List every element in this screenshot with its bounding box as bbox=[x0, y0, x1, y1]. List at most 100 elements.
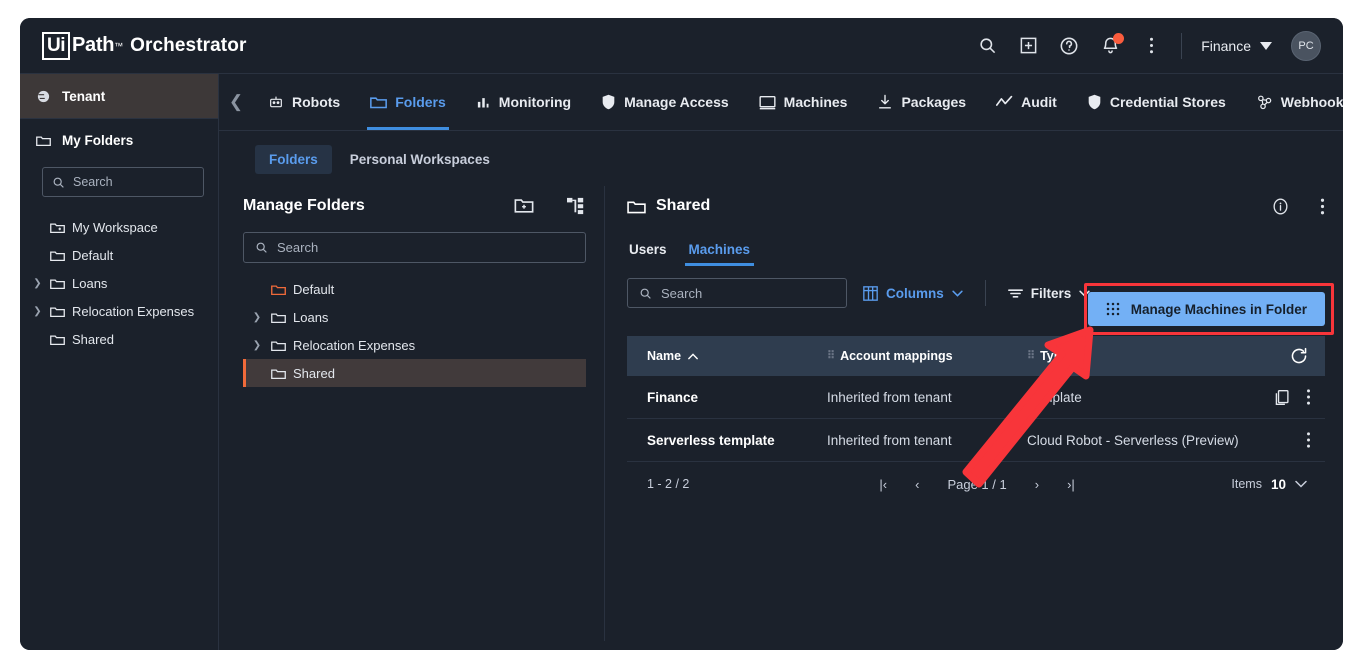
folder-list-item-shared[interactable]: Shared bbox=[243, 359, 586, 387]
manage-machines-button-label: Manage Machines in Folder bbox=[1130, 301, 1307, 317]
detail-search-input[interactable]: Search bbox=[627, 278, 847, 308]
subtab-personal-workspaces[interactable]: Personal Workspaces bbox=[336, 145, 504, 174]
info-icon[interactable] bbox=[1271, 197, 1290, 216]
nav-item-label: Monitoring bbox=[498, 94, 572, 110]
last-page-button[interactable]: ›| bbox=[1067, 477, 1075, 492]
table-row[interactable]: Finance Inherited from tenant Template bbox=[627, 376, 1325, 419]
sidebar-tree-label: My Workspace bbox=[72, 219, 158, 235]
search-icon[interactable] bbox=[976, 35, 998, 57]
help-icon[interactable] bbox=[1058, 35, 1080, 57]
column-header-name[interactable]: Name bbox=[627, 349, 827, 363]
folder-list-item-loans[interactable]: ❯ Loans bbox=[243, 303, 586, 331]
sidebar-item-tenant[interactable]: Tenant bbox=[20, 74, 218, 119]
tab-users[interactable]: Users bbox=[629, 242, 667, 266]
more-vertical-icon[interactable] bbox=[1320, 197, 1325, 216]
more-vertical-icon[interactable] bbox=[1306, 388, 1311, 406]
sidebar-search-input[interactable]: Search bbox=[42, 167, 204, 197]
manage-folders-search-input[interactable]: Search bbox=[243, 232, 586, 263]
folder-list-label: Loans bbox=[293, 309, 329, 325]
column-drag-handle[interactable]: ⠿ bbox=[827, 351, 835, 362]
next-page-button[interactable]: › bbox=[1035, 477, 1039, 492]
column-header-account-mappings[interactable]: ⠿ Account mappings bbox=[827, 349, 1027, 363]
table-row[interactable]: Serverless template Inherited from tenan… bbox=[627, 419, 1325, 462]
toolbar-divider bbox=[1181, 32, 1183, 59]
nav-item-credential-stores[interactable]: Credential Stores bbox=[1072, 74, 1241, 130]
pagination-controls: |‹ ‹ Page 1 / 1 › ›| bbox=[879, 477, 1074, 492]
nav-item-label: Manage Access bbox=[624, 94, 729, 110]
top-bar-actions: Finance PC bbox=[976, 30, 1343, 61]
sidebar-tree-item-shared[interactable]: Shared bbox=[20, 325, 218, 353]
chevron-down-icon bbox=[1260, 41, 1272, 50]
add-folder-icon[interactable] bbox=[514, 197, 534, 214]
nav-scroll-left-icon[interactable]: ❮ bbox=[219, 92, 253, 112]
column-header-type[interactable]: ⠿ Type bbox=[1027, 349, 1273, 363]
nav-item-packages[interactable]: Packages bbox=[862, 74, 981, 130]
copy-icon[interactable] bbox=[1273, 389, 1290, 406]
sidebar-search-placeholder: Search bbox=[73, 175, 113, 189]
sidebar-my-folders-label: My Folders bbox=[62, 132, 134, 148]
search-icon bbox=[53, 177, 64, 188]
download-icon bbox=[879, 94, 892, 109]
chevron-right-icon[interactable]: ❯ bbox=[250, 312, 264, 323]
columns-button[interactable]: Columns bbox=[847, 286, 979, 301]
nav-item-robots[interactable]: Robots bbox=[253, 74, 355, 130]
chevron-right-icon[interactable]: ❯ bbox=[32, 278, 43, 289]
chevron-right-icon[interactable]: ❯ bbox=[32, 306, 43, 317]
nav-item-folders[interactable]: Folders bbox=[355, 74, 461, 130]
grid-dots-icon bbox=[1106, 302, 1119, 316]
manage-machines-in-folder-button[interactable]: Manage Machines in Folder bbox=[1087, 292, 1325, 326]
add-box-icon[interactable] bbox=[1017, 35, 1039, 57]
nav-item-machines[interactable]: Machines bbox=[744, 74, 863, 130]
more-vertical-icon[interactable] bbox=[1306, 431, 1311, 449]
tab-machines[interactable]: Machines bbox=[684, 242, 754, 266]
folder-list-item-default[interactable]: Default bbox=[243, 275, 586, 303]
nav-item-webhooks[interactable]: Webhooks bbox=[1241, 74, 1343, 130]
nav-item-label: Audit bbox=[1021, 94, 1057, 110]
uipath-logo[interactable]: Ui Path ™ Orchestrator bbox=[42, 31, 246, 60]
avatar-initials: PC bbox=[1298, 39, 1314, 52]
org-tree-icon[interactable] bbox=[566, 197, 586, 215]
nav-item-label: Webhooks bbox=[1280, 94, 1343, 110]
subtab-label: Personal Workspaces bbox=[349, 152, 490, 167]
manage-folders-header: Manage Folders bbox=[243, 186, 586, 226]
column-header-label: Account mappings bbox=[840, 349, 953, 363]
folder-detail-title-label: Shared bbox=[656, 197, 711, 214]
sidebar-tree-item-default[interactable]: Default bbox=[20, 241, 218, 269]
row-actions bbox=[1239, 431, 1325, 449]
items-per-page-label: Items bbox=[1231, 477, 1262, 491]
cell-type: Cloud Robot - Serverless (Preview) bbox=[1027, 432, 1239, 448]
first-page-button[interactable]: |‹ bbox=[879, 477, 887, 492]
sidebar-tree-item-relocation-expenses[interactable]: ❯ Relocation Expenses bbox=[20, 297, 218, 325]
search-icon bbox=[256, 242, 267, 253]
sidebar-tree-item-my-workspace[interactable]: My Workspace bbox=[20, 213, 218, 241]
search-icon bbox=[640, 288, 651, 299]
manage-folders-actions bbox=[514, 197, 586, 215]
nav-item-audit[interactable]: Audit bbox=[981, 74, 1072, 130]
logo-ui-mark: Ui bbox=[42, 31, 70, 60]
previous-page-button[interactable]: ‹ bbox=[915, 477, 919, 492]
manage-folders-panel: Manage Folders Search Default ❯ Loans ❯ … bbox=[219, 186, 605, 641]
manage-folders-search-placeholder: Search bbox=[277, 240, 319, 255]
folder-detail-panel: Shared Users Machines Search Columns Fil… bbox=[605, 186, 1343, 641]
avatar[interactable]: PC bbox=[1291, 30, 1321, 61]
refresh-icon[interactable] bbox=[1273, 347, 1325, 365]
nav-item-monitoring[interactable]: Monitoring bbox=[461, 74, 586, 130]
more-vertical-icon[interactable] bbox=[1140, 35, 1162, 57]
column-drag-handle[interactable]: ⠿ bbox=[1027, 351, 1035, 362]
items-per-page-selector[interactable]: Items 10 bbox=[1231, 477, 1325, 492]
main-nav: ❮ Robots Folders Monitoring Manage Acces… bbox=[219, 74, 1343, 131]
sidebar-item-my-folders[interactable]: My Folders bbox=[20, 119, 218, 161]
filters-button-label: Filters bbox=[1030, 285, 1072, 301]
workspace-folder-icon bbox=[50, 222, 65, 233]
folder-list-item-relocation-expenses[interactable]: ❯ Relocation Expenses bbox=[243, 331, 586, 359]
tenant-selector[interactable]: Finance bbox=[1201, 38, 1272, 54]
nav-items: Robots Folders Monitoring Manage Access bbox=[253, 74, 1343, 130]
robot-icon bbox=[270, 96, 282, 108]
sidebar-tree-item-loans[interactable]: ❯ Loans bbox=[20, 269, 218, 297]
nav-item-label: Folders bbox=[395, 94, 446, 110]
chevron-right-icon[interactable]: ❯ bbox=[250, 340, 264, 351]
nav-item-manage-access[interactable]: Manage Access bbox=[586, 74, 744, 130]
detail-tabs: Users Machines bbox=[627, 242, 1325, 266]
notifications-icon[interactable] bbox=[1099, 32, 1125, 57]
subtab-folders[interactable]: Folders bbox=[255, 145, 332, 174]
